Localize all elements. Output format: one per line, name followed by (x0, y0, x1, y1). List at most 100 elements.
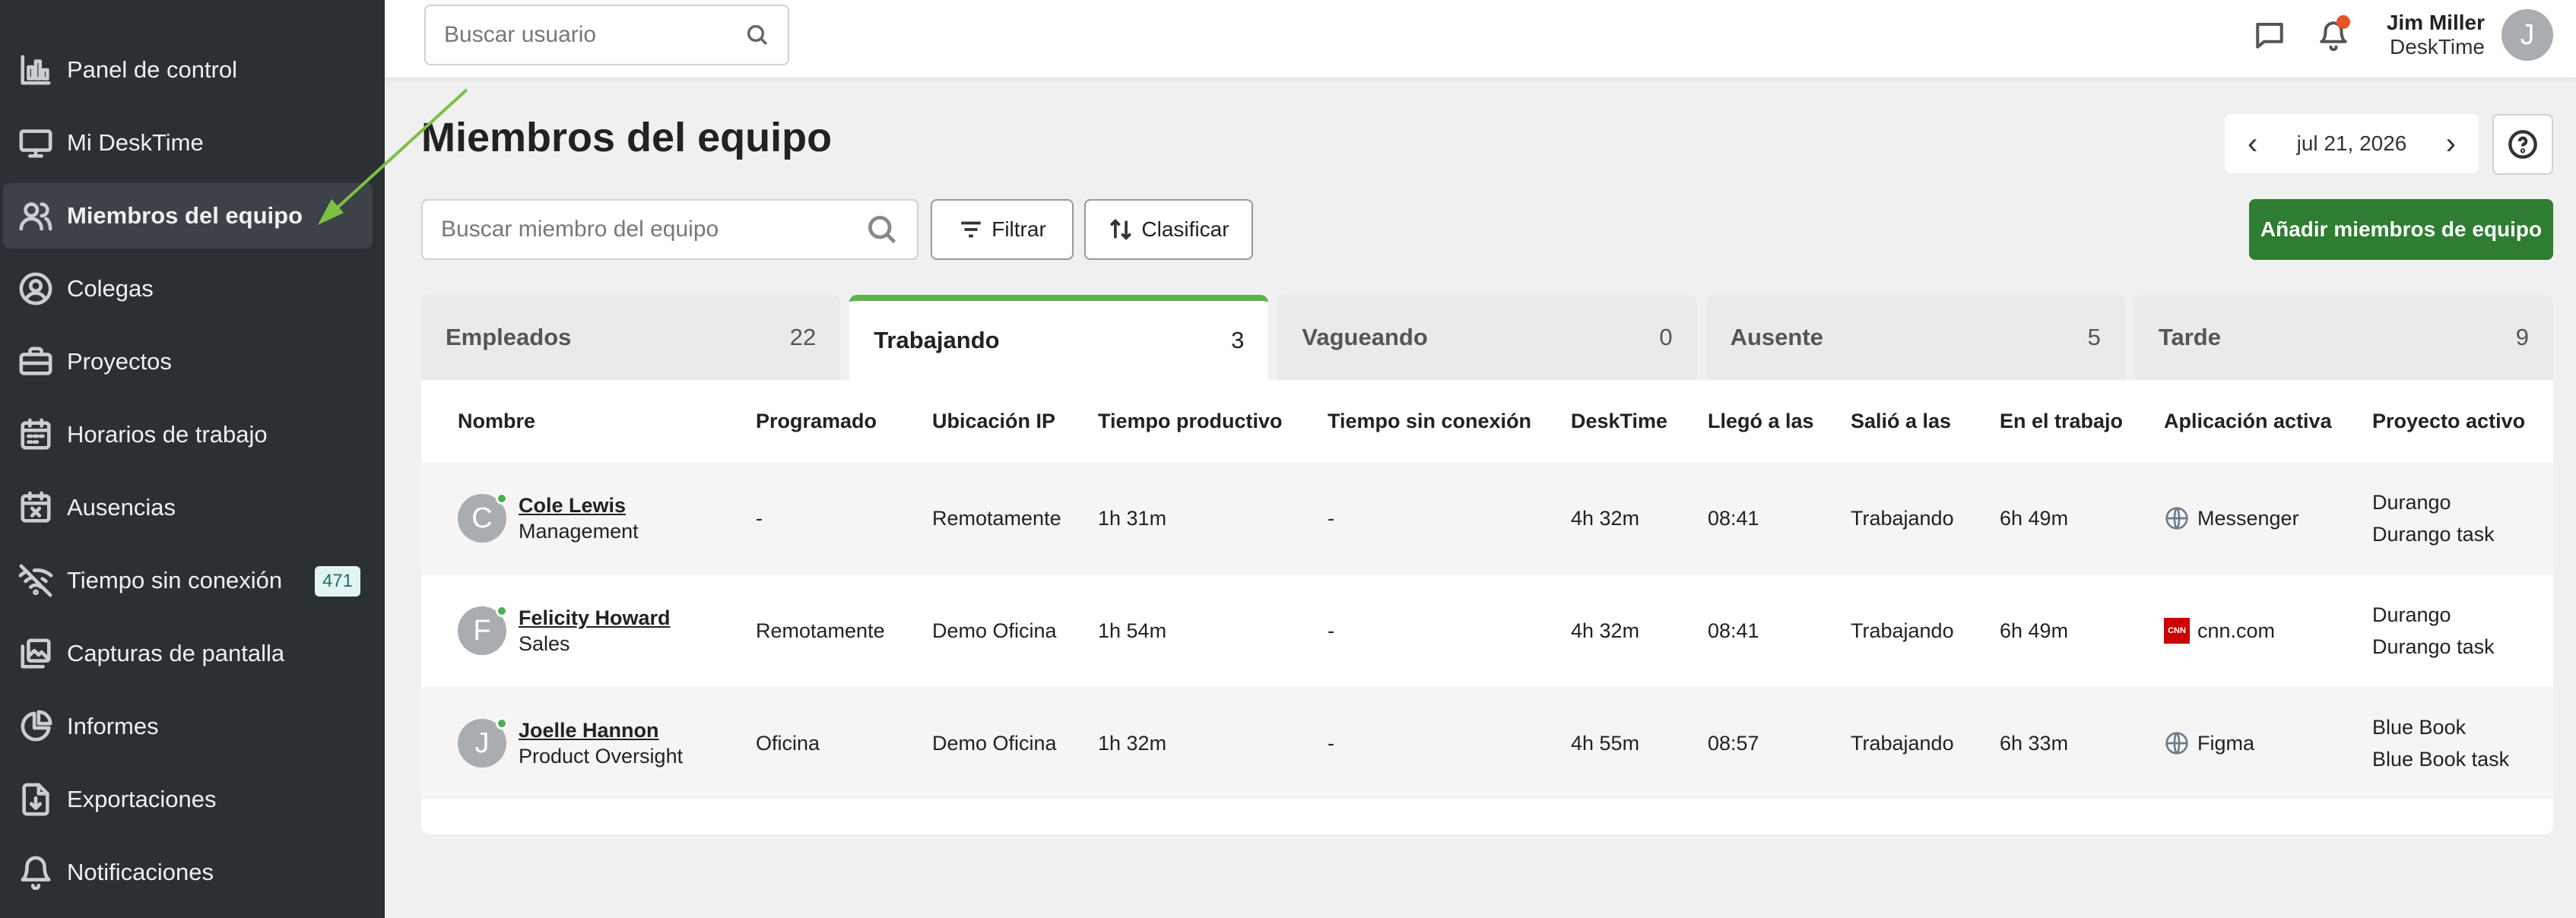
member-name-link[interactable]: Cole Lewis (519, 492, 639, 518)
chat-icon[interactable] (2248, 14, 2291, 56)
top-bar: Buscar usuario Jim Miller DeskTime J (385, 0, 2576, 78)
search-icon (868, 216, 896, 244)
sidebar-item-proyectos[interactable]: Proyectos (3, 329, 373, 394)
filter-label: Filtrar (991, 217, 1046, 241)
member-search-input[interactable]: Buscar miembro del equipo (421, 199, 918, 260)
task-name: Durango task (2372, 635, 2495, 658)
scheduled-cell: - (756, 506, 763, 530)
sidebar-item-miembros-del-equipo[interactable]: Miembros del equipo (3, 183, 373, 248)
member-cell: F Felicity Howard Sales (421, 605, 741, 657)
sidebar-item-label: Mi DeskTime (67, 129, 204, 156)
active-app-name: Figma (2197, 731, 2255, 755)
team-members-table: Nombre Programado Ubicación IP Tiempo pr… (421, 380, 2553, 834)
user-circle-icon (17, 270, 55, 308)
sidebar-item-label: Horarios de trabajo (67, 421, 268, 448)
column-header-offline-time[interactable]: Tiempo sin conexión (1312, 410, 1556, 433)
tab-count: 0 (1659, 324, 1673, 350)
current-date[interactable]: jul 21, 2026 (2297, 131, 2407, 156)
avatar: C (458, 492, 508, 543)
sidebar-item-horarios-de-trabajo[interactable]: Horarios de trabajo (3, 402, 373, 467)
column-header-active-project[interactable]: Proyecto activo (2357, 405, 2553, 437)
sidebar-item-tiempo-sin-conexion[interactable]: Tiempo sin conexión 471 (3, 548, 373, 613)
member-search-placeholder: Buscar miembro del equipo (441, 217, 719, 242)
tab-vagueando[interactable]: Vagueando 0 (1277, 295, 1697, 380)
sort-button[interactable]: Clasificar (1084, 199, 1253, 260)
left-cell: Trabajando (1851, 506, 1954, 530)
cnn-icon: CNN (2164, 618, 2190, 644)
column-header-ip-location[interactable]: Ubicación IP (917, 410, 1083, 433)
member-name-link[interactable]: Joelle Hannon (519, 717, 683, 743)
tab-tarde[interactable]: Tarde 9 (2133, 295, 2554, 380)
project-name: Durango (2372, 603, 2451, 626)
chevron-left-icon[interactable]: ‹ (2248, 127, 2257, 161)
avatar[interactable]: J (2501, 9, 2553, 61)
sidebar-item-exportaciones[interactable]: Exportaciones (3, 767, 373, 832)
left-cell: Trabajando (1851, 619, 1954, 642)
user-name: Jim Miller (2386, 11, 2485, 34)
column-header-productive-time[interactable]: Tiempo productivo (1083, 410, 1312, 433)
tab-count: 5 (2087, 324, 2101, 350)
sidebar-item-panel-de-control[interactable]: Panel de control (3, 37, 373, 103)
ip-location-cell: Demo Oficina (932, 731, 1057, 755)
avatar-initial: F (473, 614, 491, 647)
sidebar-item-colegas[interactable]: Colegas (3, 256, 373, 321)
member-name-link[interactable]: Felicity Howard (519, 605, 671, 631)
notifications-bell-icon[interactable] (2312, 14, 2355, 56)
offline-time-cell: - (1328, 731, 1334, 755)
filter-icon (961, 221, 981, 238)
sort-label: Clasificar (1141, 217, 1229, 241)
user-info[interactable]: Jim Miller DeskTime (2387, 11, 2485, 59)
search-icon (747, 24, 768, 46)
monitor-icon (17, 124, 55, 162)
tab-empleados[interactable]: Empleados 22 (421, 295, 841, 380)
filter-button[interactable]: Filtrar (931, 199, 1074, 260)
member-team: Sales (519, 632, 570, 655)
sidebar-item-informes[interactable]: Informes (3, 694, 373, 759)
bar-chart-icon (17, 51, 55, 89)
avatar: F (458, 605, 508, 655)
active-app-name: Messenger (2197, 506, 2299, 530)
page-title: Miembros del equipo (421, 115, 833, 160)
arrived-cell: 08:41 (1708, 506, 1759, 530)
sort-icon (1110, 219, 1132, 240)
tab-trabajando[interactable]: Trabajando 3 (849, 295, 1269, 380)
bell-icon (17, 853, 55, 891)
column-header-scheduled[interactable]: Programado (741, 410, 917, 433)
table-header: Nombre Programado Ubicación IP Tiempo pr… (421, 380, 2553, 462)
tab-ausente[interactable]: Ausente 5 (1705, 295, 2125, 380)
calendar-icon (17, 416, 55, 454)
pie-chart-icon (17, 707, 55, 745)
at-work-cell: 6h 49m (2000, 506, 2069, 530)
table-row: F Felicity Howard Sales Remotamente Demo… (421, 575, 2553, 687)
desktime-cell: 4h 55m (1571, 731, 1640, 755)
user-search-input[interactable]: Buscar usuario (424, 5, 789, 65)
tab-label: Vagueando (1302, 324, 1428, 350)
help-button[interactable] (2492, 114, 2553, 175)
column-header-name[interactable]: Nombre (421, 410, 741, 433)
sidebar-item-capturas-de-pantalla[interactable]: Capturas de pantalla (3, 621, 373, 686)
active-project-cell: Durango Durango task (2357, 599, 2553, 663)
column-header-left[interactable]: Salió a las (1835, 410, 1984, 433)
column-header-desktime[interactable]: DeskTime (1556, 410, 1692, 433)
active-app-cell: CNN cnn.com (2149, 618, 2357, 644)
tab-label: Trabajando (874, 327, 1000, 353)
sidebar-item-label: Panel de control (67, 56, 238, 83)
left-cell: Trabajando (1851, 731, 1954, 755)
at-work-cell: 6h 49m (2000, 619, 2069, 642)
sidebar-item-ausencias[interactable]: Ausencias (3, 475, 373, 540)
member-team: Management (519, 520, 639, 543)
sidebar-item-label: Notificaciones (67, 859, 214, 885)
productive-time-cell: 1h 31m (1098, 506, 1167, 530)
sidebar-item-notificaciones[interactable]: Notificaciones (3, 840, 373, 905)
column-header-active-app[interactable]: Aplicación activa (2149, 410, 2357, 433)
sidebar-item-mi-desktime[interactable]: Mi DeskTime (3, 110, 373, 176)
globe-icon (2164, 505, 2190, 531)
column-header-arrived[interactable]: Llegó a las (1692, 410, 1835, 433)
scheduled-cell: Oficina (756, 731, 820, 755)
date-navigator: ‹ jul 21, 2026 › (2225, 114, 2479, 173)
column-header-at-work[interactable]: En el trabajo (1984, 410, 2149, 433)
add-team-members-button[interactable]: Añadir miembros de equipo (2249, 199, 2553, 260)
chevron-right-icon[interactable]: › (2446, 127, 2456, 161)
productive-time-cell: 1h 54m (1098, 619, 1167, 642)
avatar-initial: C (471, 502, 493, 534)
